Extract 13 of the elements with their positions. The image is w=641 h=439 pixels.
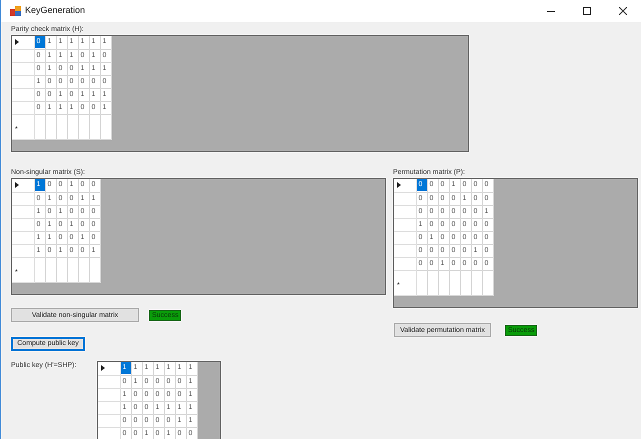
minimize-icon[interactable] [547, 10, 555, 12]
app-icon [10, 6, 21, 16]
current-row-icon [15, 182, 19, 188]
maximize-icon[interactable] [583, 7, 591, 15]
close-icon[interactable] [619, 7, 627, 15]
window-title: KeyGeneration [25, 4, 86, 18]
current-row-icon [397, 182, 401, 188]
current-row-icon [15, 39, 19, 46]
row-header[interactable] [98, 362, 120, 375]
row-header[interactable] [12, 179, 34, 192]
row-header[interactable] [394, 179, 416, 192]
row-header[interactable] [12, 36, 34, 49]
current-row-icon [101, 365, 105, 372]
